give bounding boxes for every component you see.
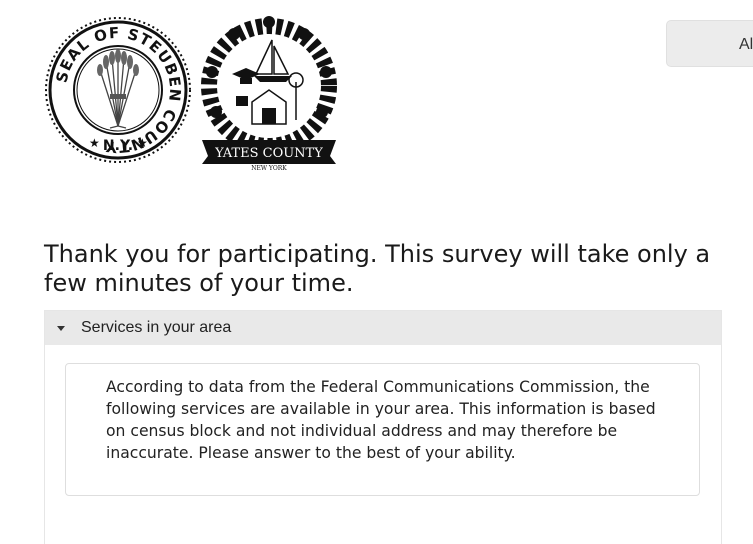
yates-sub-text: NEW YORK <box>251 165 287 172</box>
yates-county-logo: YATES COUNTY NEW YORK <box>201 16 337 172</box>
services-section-panel: Services in your area According to data … <box>44 310 722 544</box>
services-notice-text: According to data from the Federal Commu… <box>65 363 700 496</box>
caret-down-icon <box>57 325 65 331</box>
services-section-header[interactable]: Services in your area <box>45 311 721 345</box>
yates-banner-text: YATES COUNTY <box>214 146 323 161</box>
intro-heading: Thank you for participating. This survey… <box>44 240 711 297</box>
survey-page: SEAL OF STEUBEN COUNTY N.Y. ★ ★ YATES CO… <box>0 0 753 544</box>
top-right-button[interactable]: Al <box>666 20 753 67</box>
county-logos: SEAL OF STEUBEN COUNTY N.Y. ★ ★ YATES CO… <box>44 12 344 172</box>
svg-text:★: ★ <box>89 136 100 150</box>
services-section-title: Services in your area <box>81 319 232 336</box>
seal-of-steuben-county-logo: SEAL OF STEUBEN COUNTY N.Y. ★ ★ <box>45 17 191 163</box>
svg-text:★: ★ <box>137 136 148 150</box>
seal-bottom-text: N.Y. <box>103 138 133 154</box>
